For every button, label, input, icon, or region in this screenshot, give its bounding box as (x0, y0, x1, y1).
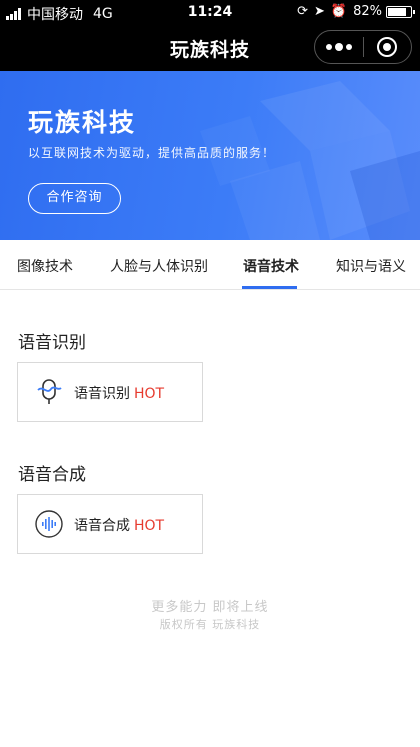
copyright-text: 版权所有 玩族科技 (159, 618, 261, 631)
category-tabs: 图像技术 人脸与人体识别 语音技术 知识与语义 (0, 240, 420, 290)
status-bar: 中国移动 4G 11:24 ⟳ ➤ ⏰ 82% (0, 0, 420, 24)
battery-icon (386, 5, 415, 18)
alarm-icon: ⏰ (330, 4, 348, 19)
more-options-button[interactable] (315, 43, 363, 51)
section-title-speech-recognition: 语音识别 (18, 333, 86, 353)
card-speech-synthesis[interactable]: 语音合成 HOT (17, 494, 203, 554)
target-icon (377, 37, 398, 57)
hot-badge: HOT (134, 386, 165, 402)
nav-bar: 玩族科技 (0, 24, 420, 71)
card-title: 语音合成 (74, 518, 130, 534)
sound-wave-icon (35, 510, 63, 538)
microphone-icon (37, 379, 62, 404)
tab-face-body[interactable]: 人脸与人体识别 (110, 256, 208, 276)
card-label: 语音合成 HOT (74, 515, 164, 535)
rotation-lock-icon: ⟳ (297, 4, 308, 19)
section-title-speech-synthesis: 语音合成 (18, 465, 86, 485)
card-title: 语音识别 (74, 386, 130, 402)
active-tab-indicator (242, 286, 297, 289)
banner-subtitle: 以互联网技术为驱动，提供高品质的服务！ (28, 146, 276, 160)
battery-percent: 82% (353, 4, 382, 19)
location-icon: ➤ (314, 4, 325, 19)
tab-image-tech[interactable]: 图像技术 (17, 256, 73, 276)
consult-button[interactable]: 合作咨询 (28, 183, 121, 214)
tab-knowledge-semantics[interactable]: 知识与语义 (336, 256, 406, 276)
hot-badge: HOT (134, 518, 165, 534)
card-speech-recognition[interactable]: 语音识别 HOT (17, 362, 203, 422)
banner-title: 玩族科技 (28, 108, 137, 137)
hero-banner: 玩族科技 以互联网技术为驱动，提供高品质的服务！ 合作咨询 (0, 71, 420, 240)
miniprogram-capsule (314, 30, 412, 64)
tab-speech-tech[interactable]: 语音技术 (243, 256, 299, 276)
close-miniprogram-button[interactable] (363, 37, 411, 57)
more-coming-text: 更多能力 即将上线 (151, 600, 269, 615)
card-label: 语音识别 HOT (74, 383, 164, 403)
